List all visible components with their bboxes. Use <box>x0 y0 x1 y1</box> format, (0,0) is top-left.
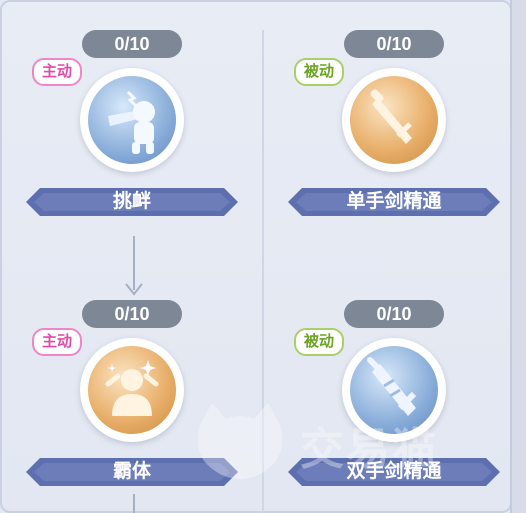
scrollbar-track[interactable] <box>510 0 526 513</box>
skill-icon-frame[interactable] <box>342 68 446 172</box>
skill-level-counter: 0/10 <box>344 30 444 58</box>
cat-logo-icon <box>197 403 283 479</box>
skill-type-badge: 主动 <box>32 328 83 356</box>
skill-type-badge: 被动 <box>294 328 345 356</box>
skill-type-badge: 主动 <box>32 58 83 86</box>
skill-level-counter: 0/10 <box>82 30 182 58</box>
skill-level-counter: 0/10 <box>344 300 444 328</box>
arrow-down-icon <box>125 236 143 296</box>
skill-name-label: 单手剑精通 <box>346 191 442 212</box>
skill-name-banner[interactable]: 单手剑精通 <box>284 182 504 222</box>
skill-icon-frame[interactable] <box>80 68 184 172</box>
skill-level-counter: 0/10 <box>82 300 182 328</box>
connector-line <box>133 494 135 513</box>
one-hand-sword-icon <box>350 76 438 164</box>
watermark-text: 交易猫 <box>300 425 438 474</box>
skill-type-badge: 被动 <box>294 58 345 86</box>
skill-name-banner[interactable]: 挑衅 <box>22 182 242 222</box>
super-armor-figure-icon <box>88 346 176 434</box>
taunt-figure-icon <box>88 76 176 164</box>
skill-name-label: 挑衅 <box>112 191 151 212</box>
skill-icon-frame[interactable] <box>80 338 184 442</box>
watermark-logo: 交易猫 <box>190 395 510 485</box>
